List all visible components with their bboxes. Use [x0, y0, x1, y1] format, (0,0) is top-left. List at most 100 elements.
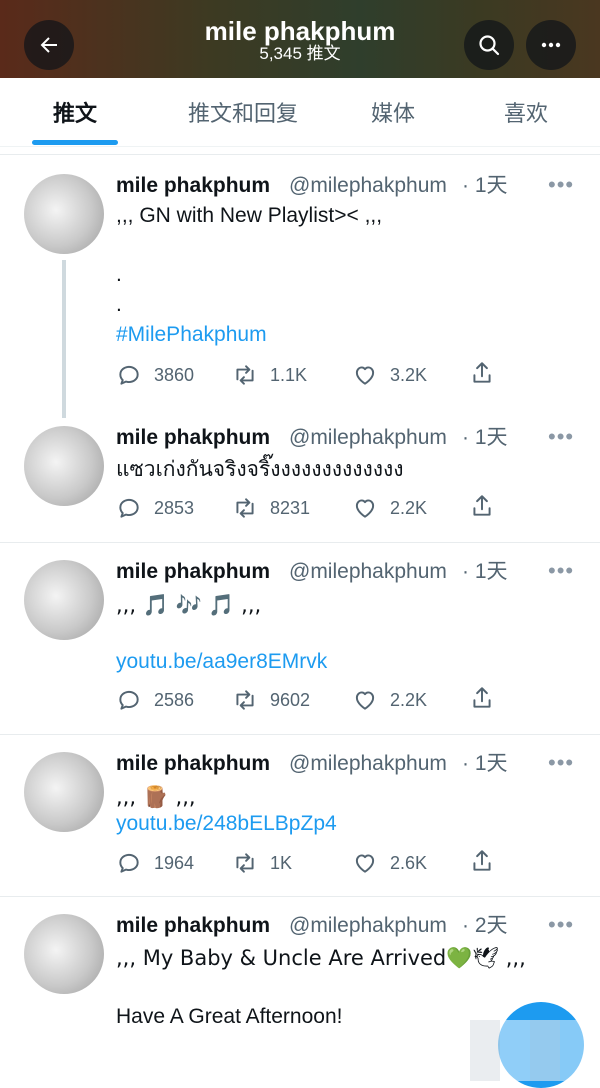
watermark-overlay: [440, 1020, 590, 1081]
tweet-author-name[interactable]: mile phakphum: [116, 752, 270, 776]
share-button[interactable]: [469, 848, 495, 879]
tweet-actions: 2853 8231 2.2K: [116, 493, 516, 523]
retweet-button[interactable]: 8231: [232, 493, 310, 523]
like-count: 2.2K: [390, 497, 428, 518]
tweet-time: · 1天: [462, 426, 508, 449]
tweet-author-handle: @milephakphum: [289, 560, 447, 583]
retweet-icon: [236, 853, 254, 873]
reply-button[interactable]: 3860: [116, 360, 194, 390]
retweet-icon: [236, 498, 254, 518]
tweet-author-handle: @milephakphum: [289, 914, 447, 937]
reply-count: 3860: [154, 364, 195, 385]
heart-icon: [355, 854, 375, 873]
url-link[interactable]: youtu.be/aa9er8EMrvk: [116, 649, 327, 675]
like-button[interactable]: 3.2K: [352, 360, 427, 390]
reply-button[interactable]: 1964: [116, 848, 194, 878]
divider: [0, 734, 600, 735]
avatar[interactable]: [24, 752, 104, 832]
avatar[interactable]: [24, 174, 104, 254]
share-icon: [473, 495, 491, 516]
tweet-text: .: [116, 293, 122, 316]
reply-icon: [119, 365, 139, 385]
tweet-author-name[interactable]: mile phakphum: [116, 426, 270, 450]
tweet-actions: 2586 9602 2.2K: [116, 685, 516, 715]
share-button[interactable]: [469, 360, 495, 391]
retweet-icon: [236, 365, 254, 385]
like-button[interactable]: 2.2K: [352, 685, 427, 715]
heart-icon: [355, 366, 375, 385]
like-button[interactable]: 2.6K: [352, 848, 427, 878]
tweet-text: Have A Great Afternoon!: [116, 1005, 343, 1028]
active-tab-indicator: [32, 140, 118, 145]
retweet-count: 1.1K: [270, 364, 308, 385]
tweet-author-handle: @milephakphum: [289, 426, 447, 449]
reply-count: 2853: [154, 497, 195, 518]
retweet-icon: [236, 690, 254, 710]
like-count: 2.2K: [390, 689, 428, 710]
hashtag-link[interactable]: #MilePhakphum: [116, 322, 267, 348]
tweet-author-name[interactable]: mile phakphum: [116, 914, 270, 938]
thread-connector: [62, 260, 66, 418]
retweet-button[interactable]: 1K: [232, 848, 292, 878]
tweet-text: แซวเก่งกันจริงจริ๊งงงงงงงงงงงงง: [116, 458, 404, 481]
reply-icon: [119, 690, 139, 710]
tab-tweets[interactable]: 推文: [20, 78, 130, 146]
tweet-author-handle: @milephakphum: [289, 174, 447, 197]
retweet-count: 9602: [270, 689, 311, 710]
divider: [0, 154, 600, 155]
profile-tabs: 推文 推文和回复 媒体 喜欢: [0, 78, 600, 147]
heart-icon: [355, 499, 375, 518]
share-button[interactable]: [469, 685, 495, 716]
reply-icon: [119, 498, 139, 518]
retweet-count: 8231: [270, 497, 311, 518]
like-count: 3.2K: [390, 364, 428, 385]
share-icon: [473, 362, 491, 383]
tweet-time: · 1天: [462, 560, 508, 583]
more-options-button[interactable]: [526, 20, 576, 70]
tab-likes[interactable]: 喜欢: [482, 78, 570, 146]
tweet-time: · 2天: [462, 914, 508, 937]
tweet-text: .: [116, 263, 122, 286]
avatar[interactable]: [24, 560, 104, 640]
tweet-author-handle: @milephakphum: [289, 752, 447, 775]
tweet-more-icon[interactable]: •••: [548, 914, 574, 936]
reply-count: 1964: [154, 852, 195, 873]
search-icon: [479, 35, 500, 56]
tab-media[interactable]: 媒体: [350, 78, 436, 146]
share-button[interactable]: [469, 493, 495, 524]
reply-count: 2586: [154, 689, 195, 710]
tweet-more-icon[interactable]: •••: [548, 174, 574, 196]
tweet-author-name[interactable]: mile phakphum: [116, 560, 270, 584]
share-icon: [473, 687, 491, 708]
search-button[interactable]: [464, 20, 514, 70]
tweet-author-name[interactable]: mile phakphum: [116, 174, 270, 198]
tweet-text: ,,, 🪵 ,,,: [116, 785, 196, 809]
divider: [0, 896, 600, 897]
avatar[interactable]: [24, 426, 104, 506]
reply-icon: [119, 853, 139, 873]
tweet-time: · 1天: [462, 752, 508, 775]
retweet-button[interactable]: 9602: [232, 685, 310, 715]
divider: [0, 542, 600, 543]
tweet-more-icon[interactable]: •••: [548, 752, 574, 774]
tweet-text: ,,, 🎵 🎶 🎵 ,,,: [116, 593, 262, 617]
tweet-more-icon[interactable]: •••: [548, 426, 574, 448]
tweet-text: ,,, GN with New Playlist>< ,,,: [116, 204, 383, 227]
reply-button[interactable]: 2586: [116, 685, 194, 715]
tab-tweets-replies[interactable]: 推文和回复: [168, 78, 318, 146]
retweet-count: 1K: [270, 852, 293, 873]
like-button[interactable]: 2.2K: [352, 493, 427, 523]
tweet-text: ,,, My Baby & Uncle Are Arrived💚🕊 ,,,: [116, 946, 526, 970]
tweet-time: · 1天: [462, 174, 508, 197]
tweet-actions: 3860 1.1K 3.2K: [116, 360, 516, 390]
more-icon: [541, 42, 561, 48]
tweet-more-icon[interactable]: •••: [548, 560, 574, 582]
heart-icon: [355, 691, 375, 710]
retweet-button[interactable]: 1.1K: [232, 360, 307, 390]
reply-button[interactable]: 2853: [116, 493, 194, 523]
url-link[interactable]: youtu.be/248bELBpZp4: [116, 811, 337, 837]
profile-header: mile phakphum 5,345 推文: [0, 0, 600, 78]
share-icon: [473, 850, 491, 871]
like-count: 2.6K: [390, 852, 428, 873]
avatar[interactable]: [24, 914, 104, 994]
